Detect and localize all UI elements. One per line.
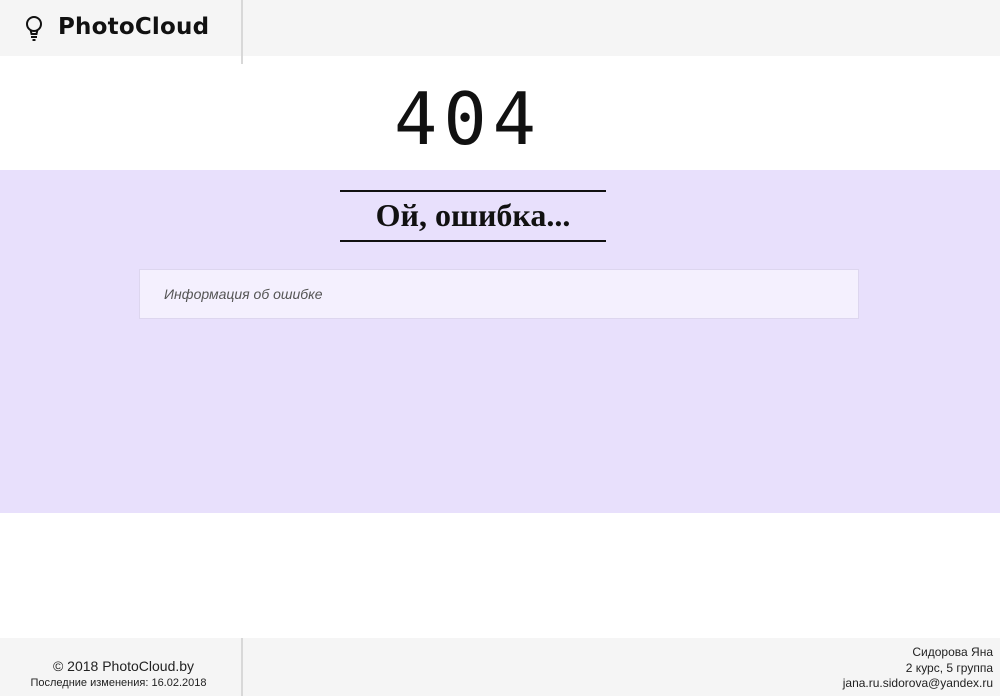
error-code: 404	[393, 77, 543, 161]
lightbulb-icon	[24, 15, 44, 43]
author-name: Сидорова Яна	[912, 645, 993, 659]
error-info-box: Информация об ошибке	[139, 269, 859, 319]
brand-name: PhotoCloud	[58, 14, 210, 40]
author-info: Сидорова Яна 2 курс, 5 группа jana.ru.si…	[843, 645, 993, 692]
header-divider	[241, 0, 243, 64]
brand-logo-link[interactable]: PhotoCloud	[0, 0, 241, 56]
last-change-date: Последние изменения: 16.02.2018	[30, 677, 207, 689]
footer: © 2018 PhotoCloud.by Последние изменения…	[0, 638, 1000, 696]
error-title: Ой, ошибка...	[340, 190, 606, 242]
author-email-link[interactable]: jana.ru.sidorova@yandex.ru	[843, 676, 993, 692]
error-section: Ой, ошибка... Информация об ошибке	[0, 170, 1000, 513]
header: PhotoCloud	[0, 0, 1000, 64]
copyright: © 2018 PhotoCloud.by	[52, 658, 195, 674]
author-group: 2 курс, 5 группа	[905, 660, 993, 675]
error-info-text: Информация об ошибке	[164, 286, 323, 302]
